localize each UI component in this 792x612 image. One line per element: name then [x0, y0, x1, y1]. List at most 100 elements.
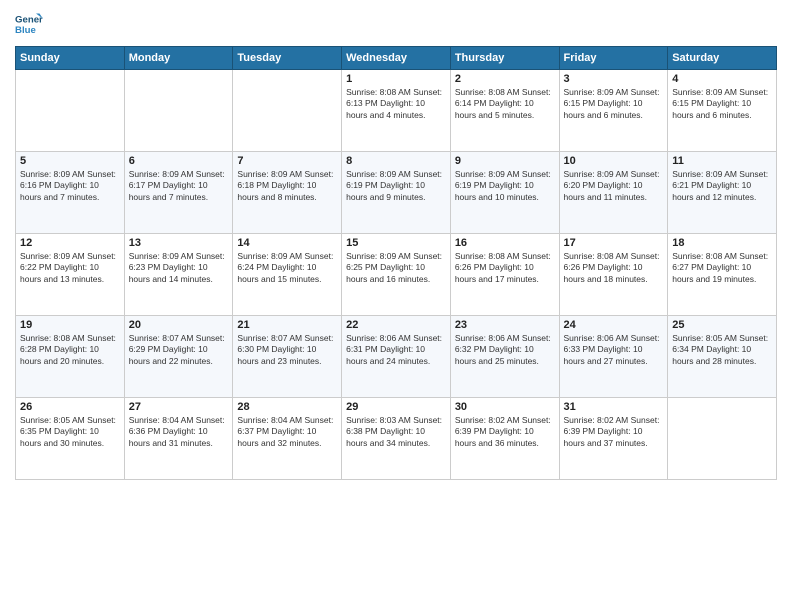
day-cell: 11Sunrise: 8:09 AM Sunset: 6:21 PM Dayli…: [668, 152, 777, 234]
day-detail: Sunrise: 8:04 AM Sunset: 6:36 PM Dayligh…: [129, 415, 229, 449]
week-row-1: 1 Sunrise: 8:08 AM Sunset: 6:13 PM Daylig…: [16, 70, 777, 152]
day-cell: 23Sunrise: 8:06 AM Sunset: 6:32 PM Dayli…: [450, 316, 559, 398]
day-cell: 29 Sunrise: 8:03 AM Sunset: 6:38 PM Dayli…: [342, 398, 451, 480]
day-detail: Sunrise: 8:09 AM Sunset: 6:15 PM Dayligh…: [564, 87, 664, 121]
day-number: 28: [237, 401, 337, 413]
day-number: 2: [455, 73, 555, 85]
day-number: 9: [455, 155, 555, 167]
day-cell: 19 Sunrise: 8:08 AM Sunset: 6:28 PM Dayli…: [16, 316, 125, 398]
day-cell: 24 Sunrise: 8:06 AM Sunset: 6:33 PM Dayli…: [559, 316, 668, 398]
day-detail: Sunrise: 8:07 AM Sunset: 6:30 PM Dayligh…: [237, 333, 337, 367]
day-number: 3: [564, 73, 664, 85]
day-number: 31: [564, 401, 664, 413]
day-cell: 28 Sunrise: 8:04 AM Sunset: 6:37 PM Dayli…: [233, 398, 342, 480]
day-number: 26: [20, 401, 120, 413]
day-cell: 20 Sunrise: 8:07 AM Sunset: 6:29 PM Dayli…: [124, 316, 233, 398]
svg-text:General: General: [15, 14, 43, 25]
day-number: 1: [346, 73, 446, 85]
day-detail: Sunrise: 8:04 AM Sunset: 6:37 PM Dayligh…: [237, 415, 337, 449]
day-number: 6: [129, 155, 229, 167]
day-detail: Sunrise: 8:02 AM Sunset: 6:39 PM Dayligh…: [564, 415, 664, 449]
day-detail: Sunrise: 8:09 AM Sunset: 6:16 PM Dayligh…: [20, 169, 120, 203]
day-number: 29: [346, 401, 446, 413]
weekday-friday: Friday: [559, 47, 668, 70]
day-detail: Sunrise: 8:09 AM Sunset: 6:19 PM Dayligh…: [346, 169, 446, 203]
day-cell: 27 Sunrise: 8:04 AM Sunset: 6:36 PM Dayli…: [124, 398, 233, 480]
day-detail: Sunrise: 8:09 AM Sunset: 6:19 PM Dayligh…: [455, 169, 555, 203]
day-detail: Sunrise: 8:07 AM Sunset: 6:29 PM Dayligh…: [129, 333, 229, 367]
day-cell: 10 Sunrise: 8:09 AM Sunset: 6:20 PM Dayli…: [559, 152, 668, 234]
day-number: 5: [20, 155, 120, 167]
day-cell: 22Sunrise: 8:06 AM Sunset: 6:31 PM Dayli…: [342, 316, 451, 398]
day-cell: 2 Sunrise: 8:08 AM Sunset: 6:14 PM Daylig…: [450, 70, 559, 152]
day-cell: 3 Sunrise: 8:09 AM Sunset: 6:15 PM Daylig…: [559, 70, 668, 152]
day-cell: 14 Sunrise: 8:09 AM Sunset: 6:24 PM Dayli…: [233, 234, 342, 316]
day-cell: 17 Sunrise: 8:08 AM Sunset: 6:26 PM Dayli…: [559, 234, 668, 316]
day-cell: 9 Sunrise: 8:09 AM Sunset: 6:19 PM Daylig…: [450, 152, 559, 234]
day-number: 15: [346, 237, 446, 249]
logo-icon: General Blue: [15, 10, 43, 38]
weekday-wednesday: Wednesday: [342, 47, 451, 70]
day-cell: 18 Sunrise: 8:08 AM Sunset: 6:27 PM Dayli…: [668, 234, 777, 316]
day-cell: [233, 70, 342, 152]
day-number: 8: [346, 155, 446, 167]
day-detail: Sunrise: 8:08 AM Sunset: 6:13 PM Dayligh…: [346, 87, 446, 121]
day-number: 10: [564, 155, 664, 167]
weekday-thursday: Thursday: [450, 47, 559, 70]
day-detail: Sunrise: 8:08 AM Sunset: 6:26 PM Dayligh…: [455, 251, 555, 285]
day-cell: 13 Sunrise: 8:09 AM Sunset: 6:23 PM Dayli…: [124, 234, 233, 316]
day-cell: 31 Sunrise: 8:02 AM Sunset: 6:39 PM Dayli…: [559, 398, 668, 480]
day-number: 19: [20, 319, 120, 331]
day-detail: Sunrise: 8:08 AM Sunset: 6:26 PM Dayligh…: [564, 251, 664, 285]
day-number: 30: [455, 401, 555, 413]
day-detail: Sunrise: 8:09 AM Sunset: 6:23 PM Dayligh…: [129, 251, 229, 285]
day-detail: Sunrise: 8:03 AM Sunset: 6:38 PM Dayligh…: [346, 415, 446, 449]
day-detail: Sunrise: 8:09 AM Sunset: 6:20 PM Dayligh…: [564, 169, 664, 203]
day-cell: 6Sunrise: 8:09 AM Sunset: 6:17 PM Daylig…: [124, 152, 233, 234]
day-cell: 5 Sunrise: 8:09 AM Sunset: 6:16 PM Daylig…: [16, 152, 125, 234]
week-row-5: 26 Sunrise: 8:05 AM Sunset: 6:35 PM Dayli…: [16, 398, 777, 480]
day-detail: Sunrise: 8:02 AM Sunset: 6:39 PM Dayligh…: [455, 415, 555, 449]
day-number: 23: [455, 319, 555, 331]
week-row-4: 19 Sunrise: 8:08 AM Sunset: 6:28 PM Dayli…: [16, 316, 777, 398]
day-detail: Sunrise: 8:06 AM Sunset: 6:31 PM Dayligh…: [346, 333, 446, 367]
day-detail: Sunrise: 8:09 AM Sunset: 6:24 PM Dayligh…: [237, 251, 337, 285]
day-number: 17: [564, 237, 664, 249]
day-cell: 25Sunrise: 8:05 AM Sunset: 6:34 PM Dayli…: [668, 316, 777, 398]
day-cell: [124, 70, 233, 152]
day-number: 11: [672, 155, 772, 167]
day-cell: 7Sunrise: 8:09 AM Sunset: 6:18 PM Daylig…: [233, 152, 342, 234]
day-detail: Sunrise: 8:09 AM Sunset: 6:15 PM Dayligh…: [672, 87, 772, 121]
logo: General Blue: [15, 10, 43, 38]
day-number: 24: [564, 319, 664, 331]
day-number: 4: [672, 73, 772, 85]
day-number: 21: [237, 319, 337, 331]
day-number: 14: [237, 237, 337, 249]
day-cell: 4 Sunrise: 8:09 AM Sunset: 6:15 PM Daylig…: [668, 70, 777, 152]
day-cell: [16, 70, 125, 152]
day-number: 20: [129, 319, 229, 331]
day-detail: Sunrise: 8:08 AM Sunset: 6:14 PM Dayligh…: [455, 87, 555, 121]
day-cell: 21 Sunrise: 8:07 AM Sunset: 6:30 PM Dayli…: [233, 316, 342, 398]
day-number: 12: [20, 237, 120, 249]
header: General Blue: [15, 10, 777, 38]
day-detail: Sunrise: 8:08 AM Sunset: 6:28 PM Dayligh…: [20, 333, 120, 367]
day-detail: Sunrise: 8:09 AM Sunset: 6:25 PM Dayligh…: [346, 251, 446, 285]
day-cell: 26 Sunrise: 8:05 AM Sunset: 6:35 PM Dayli…: [16, 398, 125, 480]
day-detail: Sunrise: 8:08 AM Sunset: 6:27 PM Dayligh…: [672, 251, 772, 285]
day-detail: Sunrise: 8:05 AM Sunset: 6:34 PM Dayligh…: [672, 333, 772, 367]
day-cell: [668, 398, 777, 480]
day-cell: 16 Sunrise: 8:08 AM Sunset: 6:26 PM Dayli…: [450, 234, 559, 316]
day-detail: Sunrise: 8:05 AM Sunset: 6:35 PM Dayligh…: [20, 415, 120, 449]
day-detail: Sunrise: 8:09 AM Sunset: 6:22 PM Dayligh…: [20, 251, 120, 285]
weekday-tuesday: Tuesday: [233, 47, 342, 70]
day-detail: Sunrise: 8:06 AM Sunset: 6:33 PM Dayligh…: [564, 333, 664, 367]
day-cell: 30 Sunrise: 8:02 AM Sunset: 6:39 PM Dayli…: [450, 398, 559, 480]
day-cell: 12 Sunrise: 8:09 AM Sunset: 6:22 PM Dayli…: [16, 234, 125, 316]
svg-text:Blue: Blue: [15, 25, 36, 36]
day-number: 13: [129, 237, 229, 249]
day-number: 16: [455, 237, 555, 249]
day-number: 18: [672, 237, 772, 249]
day-cell: 15 Sunrise: 8:09 AM Sunset: 6:25 PM Dayli…: [342, 234, 451, 316]
day-number: 27: [129, 401, 229, 413]
